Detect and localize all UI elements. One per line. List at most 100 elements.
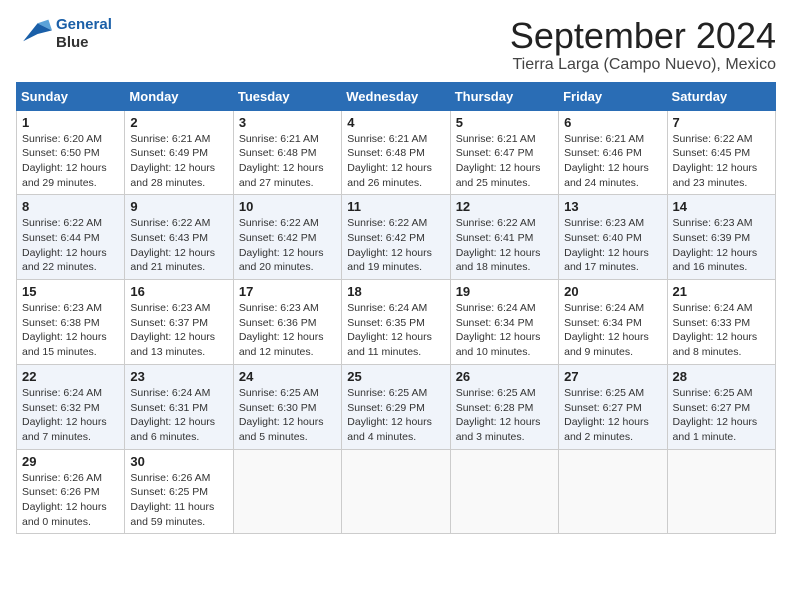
calendar-cell: 3Sunrise: 6:21 AM Sunset: 6:48 PM Daylig…	[233, 110, 341, 195]
page-header: GeneralBlue September 2024 Tierra Larga …	[16, 16, 776, 74]
day-info: Sunrise: 6:26 AM Sunset: 6:25 PM Dayligh…	[130, 471, 227, 530]
day-info: Sunrise: 6:20 AM Sunset: 6:50 PM Dayligh…	[22, 132, 119, 191]
day-info: Sunrise: 6:25 AM Sunset: 6:27 PM Dayligh…	[564, 386, 661, 445]
week-row-5: 29Sunrise: 6:26 AM Sunset: 6:26 PM Dayli…	[17, 449, 776, 534]
day-info: Sunrise: 6:21 AM Sunset: 6:48 PM Dayligh…	[347, 132, 444, 191]
day-info: Sunrise: 6:25 AM Sunset: 6:29 PM Dayligh…	[347, 386, 444, 445]
day-info: Sunrise: 6:22 AM Sunset: 6:44 PM Dayligh…	[22, 216, 119, 275]
day-info: Sunrise: 6:26 AM Sunset: 6:26 PM Dayligh…	[22, 471, 119, 530]
day-info: Sunrise: 6:24 AM Sunset: 6:34 PM Dayligh…	[456, 301, 553, 360]
calendar-cell: 27Sunrise: 6:25 AM Sunset: 6:27 PM Dayli…	[559, 364, 667, 449]
day-info: Sunrise: 6:25 AM Sunset: 6:30 PM Dayligh…	[239, 386, 336, 445]
day-info: Sunrise: 6:25 AM Sunset: 6:27 PM Dayligh…	[673, 386, 770, 445]
calendar-cell: 21 Sunrise: 6:24 AM Sunset: 6:33 PM Dayli…	[667, 280, 775, 365]
day-number: 15	[22, 284, 119, 299]
calendar-cell: 15 Sunrise: 6:23 AM Sunset: 6:38 PM Dayli…	[17, 280, 125, 365]
calendar-cell: 17 Sunrise: 6:23 AM Sunset: 6:36 PM Dayli…	[233, 280, 341, 365]
day-info: Sunrise: 6:23 AM Sunset: 6:39 PM Dayligh…	[673, 216, 770, 275]
day-number: 7	[673, 115, 770, 130]
calendar-cell: 11Sunrise: 6:22 AM Sunset: 6:42 PM Dayli…	[342, 195, 450, 280]
day-number: 10	[239, 199, 336, 214]
day-number: 6	[564, 115, 661, 130]
header-saturday: Saturday	[667, 82, 775, 110]
day-number: 17	[239, 284, 336, 299]
header-wednesday: Wednesday	[342, 82, 450, 110]
day-info: Sunrise: 6:23 AM Sunset: 6:38 PM Dayligh…	[22, 301, 119, 360]
day-info: Sunrise: 6:22 AM Sunset: 6:42 PM Dayligh…	[239, 216, 336, 275]
header-monday: Monday	[125, 82, 233, 110]
calendar-cell	[667, 449, 775, 534]
calendar-cell: 25 Sunrise: 6:25 AM Sunset: 6:29 PM Dayli…	[342, 364, 450, 449]
calendar-cell: 19 Sunrise: 6:24 AM Sunset: 6:34 PM Dayli…	[450, 280, 558, 365]
header-tuesday: Tuesday	[233, 82, 341, 110]
logo-bird-icon	[16, 16, 52, 52]
day-info: Sunrise: 6:22 AM Sunset: 6:45 PM Dayligh…	[673, 132, 770, 191]
calendar-table: SundayMondayTuesdayWednesdayThursdayFrid…	[16, 82, 776, 535]
day-number: 28	[673, 369, 770, 384]
day-info: Sunrise: 6:24 AM Sunset: 6:32 PM Dayligh…	[22, 386, 119, 445]
calendar-cell: 2 Sunrise: 6:21 AM Sunset: 6:49 PM Daylig…	[125, 110, 233, 195]
day-number: 18	[347, 284, 444, 299]
day-number: 22	[22, 369, 119, 384]
calendar-cell: 18 Sunrise: 6:24 AM Sunset: 6:35 PM Dayli…	[342, 280, 450, 365]
day-number: 8	[22, 199, 119, 214]
calendar-cell: 5 Sunrise: 6:21 AM Sunset: 6:47 PM Daylig…	[450, 110, 558, 195]
day-number: 9	[130, 199, 227, 214]
calendar-cell: 24 Sunrise: 6:25 AM Sunset: 6:30 PM Dayli…	[233, 364, 341, 449]
week-row-3: 15 Sunrise: 6:23 AM Sunset: 6:38 PM Dayli…	[17, 280, 776, 365]
week-row-4: 22 Sunrise: 6:24 AM Sunset: 6:32 PM Dayli…	[17, 364, 776, 449]
day-info: Sunrise: 6:21 AM Sunset: 6:47 PM Dayligh…	[456, 132, 553, 191]
calendar-cell: 26 Sunrise: 6:25 AM Sunset: 6:28 PM Dayli…	[450, 364, 558, 449]
day-number: 12	[456, 199, 553, 214]
calendar-cell: 20Sunrise: 6:24 AM Sunset: 6:34 PM Dayli…	[559, 280, 667, 365]
month-title: September 2024	[510, 16, 776, 56]
calendar-cell: 22 Sunrise: 6:24 AM Sunset: 6:32 PM Dayli…	[17, 364, 125, 449]
location-subtitle: Tierra Larga (Campo Nuevo), Mexico	[510, 56, 776, 74]
calendar-cell: 6 Sunrise: 6:21 AM Sunset: 6:46 PM Daylig…	[559, 110, 667, 195]
day-number: 2	[130, 115, 227, 130]
day-info: Sunrise: 6:24 AM Sunset: 6:35 PM Dayligh…	[347, 301, 444, 360]
title-area: September 2024 Tierra Larga (Campo Nuevo…	[510, 16, 776, 74]
day-info: Sunrise: 6:24 AM Sunset: 6:31 PM Dayligh…	[130, 386, 227, 445]
calendar-cell: 16Sunrise: 6:23 AM Sunset: 6:37 PM Dayli…	[125, 280, 233, 365]
day-number: 16	[130, 284, 227, 299]
calendar-cell: 10 Sunrise: 6:22 AM Sunset: 6:42 PM Dayli…	[233, 195, 341, 280]
day-info: Sunrise: 6:22 AM Sunset: 6:41 PM Dayligh…	[456, 216, 553, 275]
day-number: 19	[456, 284, 553, 299]
header-sunday: Sunday	[17, 82, 125, 110]
day-number: 26	[456, 369, 553, 384]
day-info: Sunrise: 6:23 AM Sunset: 6:36 PM Dayligh…	[239, 301, 336, 360]
day-info: Sunrise: 6:21 AM Sunset: 6:48 PM Dayligh…	[239, 132, 336, 191]
calendar-cell	[233, 449, 341, 534]
day-number: 14	[673, 199, 770, 214]
week-row-2: 8 Sunrise: 6:22 AM Sunset: 6:44 PM Daylig…	[17, 195, 776, 280]
calendar-cell: 8 Sunrise: 6:22 AM Sunset: 6:44 PM Daylig…	[17, 195, 125, 280]
day-number: 24	[239, 369, 336, 384]
day-number: 21	[673, 284, 770, 299]
header-row: SundayMondayTuesdayWednesdayThursdayFrid…	[17, 82, 776, 110]
calendar-cell: 12 Sunrise: 6:22 AM Sunset: 6:41 PM Dayli…	[450, 195, 558, 280]
day-info: Sunrise: 6:25 AM Sunset: 6:28 PM Dayligh…	[456, 386, 553, 445]
day-info: Sunrise: 6:21 AM Sunset: 6:49 PM Dayligh…	[130, 132, 227, 191]
calendar-cell	[559, 449, 667, 534]
day-info: Sunrise: 6:23 AM Sunset: 6:40 PM Dayligh…	[564, 216, 661, 275]
day-number: 30	[130, 454, 227, 469]
calendar-cell: 9 Sunrise: 6:22 AM Sunset: 6:43 PM Daylig…	[125, 195, 233, 280]
day-number: 4	[347, 115, 444, 130]
day-number: 20	[564, 284, 661, 299]
calendar-cell: 13 Sunrise: 6:23 AM Sunset: 6:40 PM Dayli…	[559, 195, 667, 280]
calendar-cell: 29Sunrise: 6:26 AM Sunset: 6:26 PM Dayli…	[17, 449, 125, 534]
logo-text: GeneralBlue	[56, 16, 112, 52]
day-number: 1	[22, 115, 119, 130]
header-thursday: Thursday	[450, 82, 558, 110]
calendar-cell: 28 Sunrise: 6:25 AM Sunset: 6:27 PM Dayli…	[667, 364, 775, 449]
day-info: Sunrise: 6:24 AM Sunset: 6:33 PM Dayligh…	[673, 301, 770, 360]
day-info: Sunrise: 6:21 AM Sunset: 6:46 PM Dayligh…	[564, 132, 661, 191]
day-number: 5	[456, 115, 553, 130]
day-info: Sunrise: 6:22 AM Sunset: 6:43 PM Dayligh…	[130, 216, 227, 275]
day-number: 23	[130, 369, 227, 384]
day-number: 13	[564, 199, 661, 214]
logo: GeneralBlue	[16, 16, 112, 52]
day-number: 25	[347, 369, 444, 384]
day-info: Sunrise: 6:22 AM Sunset: 6:42 PM Dayligh…	[347, 216, 444, 275]
